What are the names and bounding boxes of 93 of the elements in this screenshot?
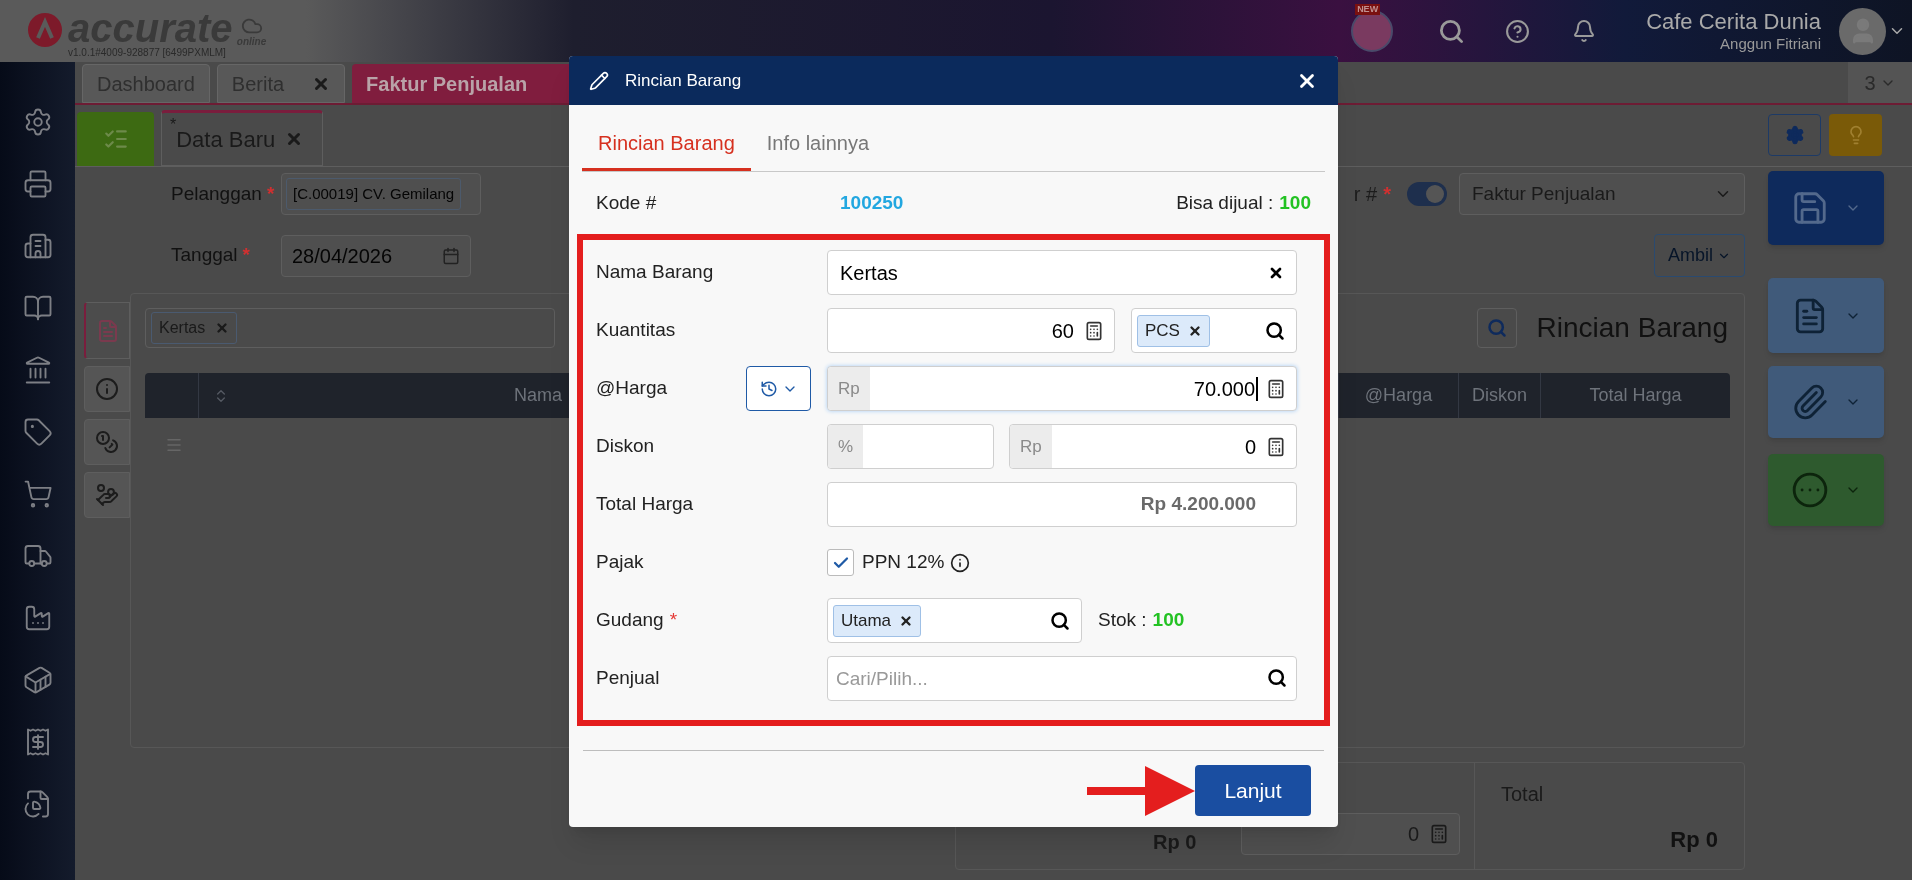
calculator-icon bbox=[1429, 824, 1449, 844]
search-icon bbox=[1267, 668, 1287, 688]
total-value: Rp 0 bbox=[1670, 826, 1718, 854]
price-field[interactable]: Rp 70.000 bbox=[827, 366, 1297, 411]
item-name-field[interactable]: Kertas bbox=[827, 250, 1297, 295]
salesperson-field[interactable]: Cari/Pilih... bbox=[827, 656, 1297, 701]
unit-chip: PCS bbox=[1137, 314, 1210, 347]
field-label: Gudang bbox=[596, 608, 664, 633]
side-tab[interactable] bbox=[84, 366, 130, 412]
field-label: Total Harga bbox=[596, 492, 694, 517]
stock-count: 100 bbox=[1152, 608, 1185, 633]
printer-icon[interactable] bbox=[22, 169, 53, 199]
sellable-label: Bisa dijual : bbox=[1176, 190, 1274, 215]
tax-checkbox[interactable] bbox=[827, 549, 854, 576]
required-mark: * bbox=[242, 243, 250, 268]
date-field[interactable]: 28/04/2026 bbox=[281, 234, 471, 277]
unit-field[interactable]: PCS bbox=[1131, 308, 1297, 353]
stock-label: Stok : bbox=[1098, 608, 1147, 633]
calculator-icon bbox=[1084, 320, 1104, 341]
document-button[interactable] bbox=[1768, 278, 1884, 353]
dialog-tab[interactable]: Info lainnya bbox=[750, 122, 886, 171]
item-code: 100250 bbox=[840, 190, 904, 215]
field-label: Tanggal bbox=[171, 243, 238, 268]
building-icon[interactable] bbox=[22, 231, 53, 261]
remove-icon bbox=[1187, 323, 1202, 338]
coins-icon bbox=[95, 430, 119, 454]
drag-handle-icon[interactable] bbox=[165, 436, 183, 454]
remove-icon bbox=[899, 613, 914, 628]
info-icon bbox=[950, 552, 971, 573]
price-tag-icon[interactable] bbox=[22, 417, 53, 447]
calculator-icon bbox=[1266, 436, 1286, 457]
panel-title: Rincian Barang bbox=[1536, 311, 1728, 345]
company-name: Cafe Cerita Dunia bbox=[1646, 9, 1821, 35]
user-name: Anggun Fitriani bbox=[1720, 35, 1821, 53]
field-label: Nama Barang bbox=[596, 260, 714, 285]
save-button[interactable] bbox=[1768, 171, 1884, 245]
history-icon bbox=[759, 379, 778, 398]
discount-percent-field[interactable]: % bbox=[827, 424, 994, 469]
side-tab[interactable] bbox=[84, 419, 130, 465]
field-label: Kuantitas bbox=[596, 318, 676, 343]
new-badge: NEW bbox=[1355, 4, 1381, 15]
modified-mark: * bbox=[170, 115, 177, 135]
sellable-count: 100 bbox=[1279, 190, 1311, 215]
quantity-field[interactable]: 60 bbox=[827, 308, 1115, 353]
hand-coins-icon bbox=[95, 483, 119, 507]
side-tab[interactable] bbox=[84, 472, 130, 518]
dialog-tab[interactable]: Rincian Barang bbox=[582, 122, 751, 171]
field-label: Pajak bbox=[596, 550, 644, 575]
search-icon bbox=[1265, 320, 1285, 341]
attachment-button[interactable] bbox=[1768, 366, 1884, 438]
tax-option-label: PPN 12% bbox=[862, 550, 945, 575]
search-icon bbox=[1486, 318, 1507, 338]
field-label: @Harga bbox=[596, 376, 668, 401]
auto-number-toggle[interactable] bbox=[1407, 182, 1447, 206]
warehouse-chip: Utama bbox=[833, 604, 922, 637]
next-button[interactable]: Lanjut bbox=[1195, 765, 1311, 816]
bell-icon[interactable] bbox=[1572, 19, 1597, 43]
calendar-icon bbox=[442, 246, 460, 265]
text-cursor bbox=[1256, 376, 1258, 401]
column-header: Diskon bbox=[1458, 373, 1540, 418]
take-button[interactable]: Ambil bbox=[1654, 234, 1745, 277]
calculator-icon bbox=[1266, 378, 1286, 399]
field-label: Penjual bbox=[596, 666, 660, 691]
user-avatar[interactable] bbox=[1839, 7, 1886, 55]
price-history-button[interactable] bbox=[746, 366, 811, 411]
column-header: Nama bbox=[514, 384, 562, 407]
code-label: Kode # bbox=[596, 190, 658, 215]
help-icon[interactable] bbox=[1505, 18, 1531, 44]
search-icon bbox=[1050, 610, 1070, 631]
currency-prefix: Rp bbox=[1010, 425, 1052, 468]
field-label: Pelanggan bbox=[171, 181, 262, 206]
warehouse-field[interactable]: Utama bbox=[827, 598, 1082, 643]
container-icon[interactable] bbox=[22, 665, 53, 695]
field-label: Diskon bbox=[596, 434, 655, 459]
book-icon[interactable] bbox=[22, 293, 53, 323]
percent-prefix: % bbox=[828, 425, 864, 468]
logo-icon bbox=[28, 13, 62, 47]
required-mark: * bbox=[266, 181, 275, 206]
cart-icon[interactable] bbox=[22, 479, 53, 509]
info-icon bbox=[95, 377, 119, 401]
required-mark: * bbox=[1383, 182, 1391, 207]
required-mark: * bbox=[669, 608, 678, 633]
dialog-title: Rincian Barang bbox=[625, 69, 742, 92]
paperclip-icon bbox=[1791, 383, 1829, 421]
settings-icon bbox=[1784, 125, 1805, 145]
more-icon bbox=[1791, 471, 1829, 509]
customer-field[interactable]: [C.00019] CV. Gemilang bbox=[281, 173, 481, 215]
column-header: Total Harga bbox=[1540, 373, 1730, 418]
discount-amount-field[interactable]: Rp 0 bbox=[1009, 424, 1297, 469]
currency-prefix: Rp bbox=[828, 367, 870, 410]
search-icon[interactable] bbox=[1438, 17, 1466, 45]
total-price-field: Rp 4.200.000 bbox=[827, 482, 1297, 527]
pencil-icon bbox=[589, 70, 609, 91]
